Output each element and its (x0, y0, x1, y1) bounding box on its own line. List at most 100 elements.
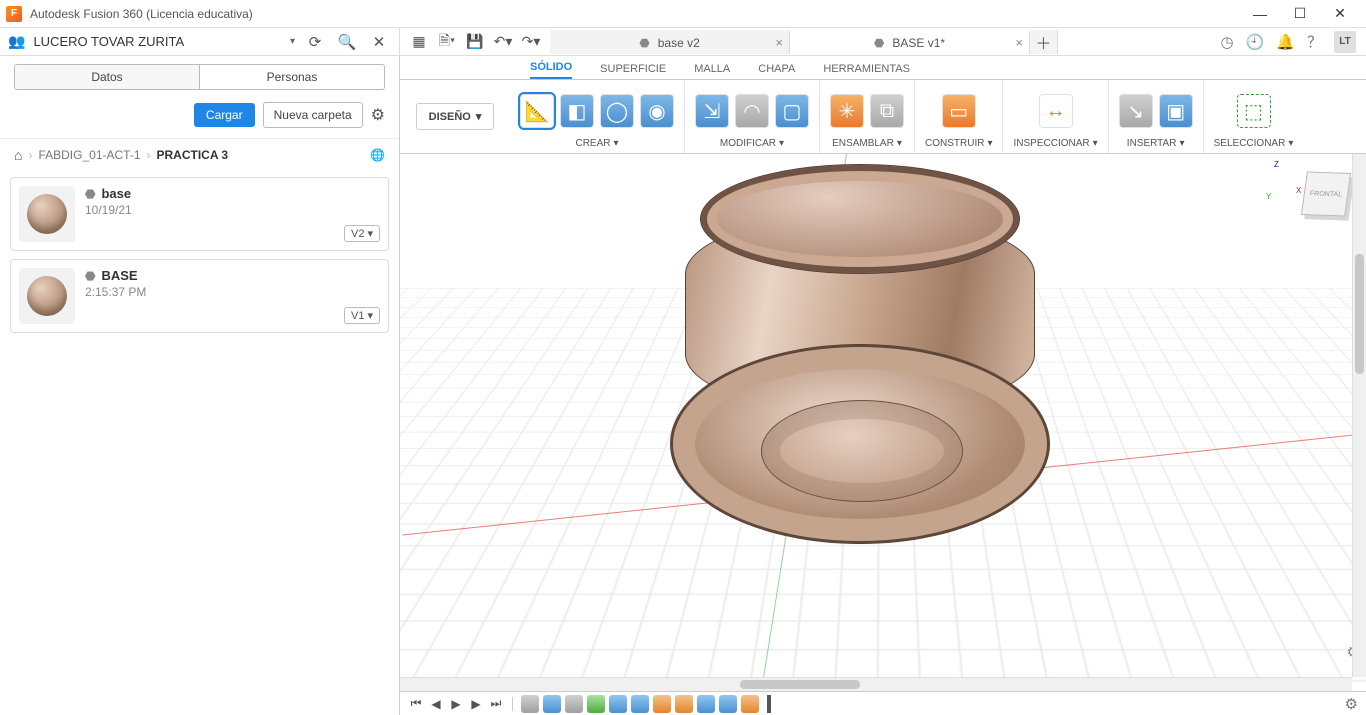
feature-sketch[interactable] (521, 695, 539, 713)
team-icon[interactable]: 👥 (8, 33, 25, 50)
select-tool-icon[interactable]: ⬚ (1237, 94, 1271, 128)
window-close-button[interactable]: ✕ (1320, 0, 1360, 28)
horizontal-scrollbar[interactable] (400, 677, 1352, 691)
header-center: ▦ 🗎▾ 💾 ↶▾ ↷▾ ⬣ base v2 × ⬣ BASE v1* × ＋ (400, 28, 1211, 55)
viewcube-face[interactable]: FRONTAL (1301, 171, 1351, 216)
feature-fillet[interactable] (653, 695, 671, 713)
breadcrumb-project[interactable]: FABDIG_01-ACT-1 (38, 148, 140, 162)
env-tab-solido[interactable]: SÓLIDO (530, 61, 572, 79)
seg-personas[interactable]: Personas (199, 65, 384, 89)
chevron-down-icon[interactable]: ▾ (613, 138, 618, 149)
breadcrumb: ⌂ › FABDIG_01-ACT-1 › PRACTICA 3 🌐 (0, 138, 399, 171)
insert-decal-icon[interactable]: ▣ (1159, 94, 1193, 128)
document-tab-base-v1[interactable]: ⬣ BASE v1* × (790, 30, 1030, 54)
env-tab-superficie[interactable]: SUPERFICIE (600, 63, 666, 79)
feature-extrude[interactable] (719, 695, 737, 713)
chevron-down-icon[interactable]: ▾ (1179, 138, 1184, 149)
refresh-button[interactable]: ⟳ (303, 33, 327, 51)
file-list: ⬣base 10/19/21 V2▾ ⬣BASE 2:15:37 PM V1▾ (0, 171, 399, 339)
chevron-down-icon[interactable]: ▾ (1093, 138, 1098, 149)
user-avatar[interactable]: LT (1334, 31, 1356, 53)
model-body[interactable] (670, 164, 1050, 544)
seg-datos[interactable]: Datos (15, 65, 199, 89)
app-logo-icon: F (6, 6, 22, 22)
grid-apps-icon[interactable]: ▦ (410, 33, 428, 51)
fillet-icon[interactable]: ◠ (735, 94, 769, 128)
scrollbar-thumb[interactable] (1355, 254, 1364, 374)
feature-extrude[interactable] (631, 695, 649, 713)
timeline-settings-icon[interactable]: ⚙ (1345, 695, 1358, 713)
document-tab-base-v2[interactable]: ⬣ base v2 × (550, 30, 790, 54)
feature-appearance[interactable] (741, 695, 759, 713)
cube-icon: ⬣ (874, 36, 884, 50)
save-icon[interactable]: 💾 (466, 33, 484, 51)
help-icon[interactable]: ？ (1307, 31, 1322, 52)
new-folder-button[interactable]: Nueva carpeta (263, 102, 363, 128)
feature-revolve[interactable] (587, 695, 605, 713)
feature-extrude[interactable] (697, 695, 715, 713)
tab-close-icon[interactable]: × (775, 35, 783, 50)
team-dropdown-icon[interactable]: ▾ (290, 36, 295, 47)
env-tab-malla[interactable]: MALLA (694, 63, 730, 79)
notifications-icon[interactable]: 🔔 (1276, 33, 1295, 51)
upload-button[interactable]: Cargar (194, 103, 255, 127)
new-tab-button[interactable]: ＋ (1030, 30, 1058, 54)
tab-close-icon[interactable]: × (1015, 35, 1023, 50)
team-name[interactable]: LUCERO TOVAR ZURITA (33, 34, 282, 49)
plane-icon[interactable]: ▭ (942, 94, 976, 128)
chevron-down-icon[interactable]: ▾ (897, 138, 902, 149)
env-tab-chapa[interactable]: CHAPA (758, 63, 795, 79)
model-canvas[interactable]: Z X Y FRONTAL ⚙ (400, 154, 1366, 691)
extensions-icon[interactable]: ◷ (1221, 33, 1234, 51)
timeline-stepback-icon[interactable]: ◀ (428, 696, 444, 712)
breadcrumb-current[interactable]: PRACTICA 3 (157, 148, 229, 162)
as-built-joint-icon[interactable]: ⧉ (870, 94, 904, 128)
panel-close-button[interactable]: ✕ (367, 33, 391, 51)
cylinder-tool-icon[interactable]: ◯ (600, 94, 634, 128)
timeline-rewind-icon[interactable]: ⏮ (408, 696, 424, 712)
measure-icon[interactable]: ↔ (1039, 94, 1073, 128)
search-button[interactable]: 🔍 (335, 33, 359, 51)
chevron-down-icon[interactable]: ▾ (1288, 138, 1293, 149)
version-badge[interactable]: V1▾ (344, 307, 380, 324)
chevron-down-icon: ▾ (367, 227, 373, 240)
view-cube[interactable]: Z X Y FRONTAL (1292, 164, 1352, 224)
feature-extrude[interactable] (543, 695, 561, 713)
open-web-icon[interactable]: 🌐 (370, 148, 385, 162)
file-date: 10/19/21 (85, 203, 132, 217)
timeline-playhead[interactable] (767, 695, 771, 713)
timeline-play-icon[interactable]: ▶ (448, 696, 464, 712)
chevron-down-icon[interactable]: ▾ (779, 138, 784, 149)
file-card[interactable]: ⬣base 10/19/21 V2▾ (10, 177, 389, 251)
breadcrumb-sep: › (147, 148, 151, 162)
timeline-end-icon[interactable]: ⏭ (488, 696, 504, 712)
job-status-icon[interactable]: 🕘 (1246, 33, 1265, 51)
shell-icon[interactable]: ▢ (775, 94, 809, 128)
undo-icon[interactable]: ↶▾ (494, 33, 512, 51)
redo-icon[interactable]: ↷▾ (522, 33, 540, 51)
vertical-scrollbar[interactable] (1352, 154, 1366, 677)
scrollbar-thumb[interactable] (740, 680, 860, 689)
feature-fillet[interactable] (675, 695, 693, 713)
press-pull-icon[interactable]: ⇲ (695, 94, 729, 128)
window-minimize-button[interactable]: — (1240, 0, 1280, 28)
workspace-button[interactable]: DISEÑO▾ (416, 103, 495, 130)
env-tab-herramientas[interactable]: HERRAMIENTAS (823, 63, 910, 79)
home-icon[interactable]: ⌂ (14, 147, 22, 163)
window-maximize-button[interactable]: ☐ (1280, 0, 1320, 28)
file-card[interactable]: ⬣BASE 2:15:37 PM V1▾ (10, 259, 389, 333)
timeline-stepfwd-icon[interactable]: ▶ (468, 696, 484, 712)
box-tool-icon[interactable]: ◧ (560, 94, 594, 128)
sketch-tool-icon[interactable]: 📐 (520, 94, 554, 128)
sphere-tool-icon[interactable]: ◉ (640, 94, 674, 128)
chevron-down-icon[interactable]: ▾ (987, 138, 992, 149)
panel-segmented-control: Datos Personas (14, 64, 385, 90)
feature-extrude[interactable] (609, 695, 627, 713)
feature-sketch[interactable] (565, 695, 583, 713)
insert-derive-icon[interactable]: ↘ (1119, 94, 1153, 128)
file-menu-icon[interactable]: 🗎▾ (438, 33, 456, 51)
version-badge[interactable]: V2▾ (344, 225, 380, 242)
panel-settings-icon[interactable]: ⚙ (371, 105, 385, 125)
joint-icon[interactable]: ✳ (830, 94, 864, 128)
data-panel: Datos Personas Cargar Nueva carpeta ⚙ ⌂ … (0, 56, 400, 715)
